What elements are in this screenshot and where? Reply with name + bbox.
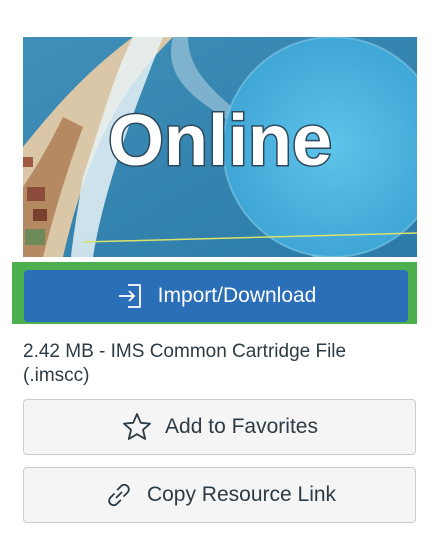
import-icon: [116, 281, 146, 311]
resource-card: Online Import/Download 2.42 MB - IMS Com…: [0, 0, 442, 558]
add-to-favorites-label: Add to Favorites: [165, 415, 318, 438]
resource-thumbnail: Online: [23, 37, 417, 257]
copy-resource-link-button[interactable]: Copy Resource Link: [23, 467, 416, 523]
thumbnail-image: Online: [23, 37, 417, 257]
thumbnail-title: Online: [108, 101, 332, 181]
copy-resource-link-label: Copy Resource Link: [146, 483, 337, 506]
star-icon: [121, 411, 153, 443]
import-download-button[interactable]: Import/Download: [24, 270, 408, 322]
link-icon: [103, 479, 135, 511]
add-to-favorites-button[interactable]: Add to Favorites: [23, 399, 416, 455]
file-info: 2.42 MB - IMS Common Cartridge File (.im…: [23, 341, 347, 386]
import-download-label: Import/Download: [157, 284, 317, 307]
